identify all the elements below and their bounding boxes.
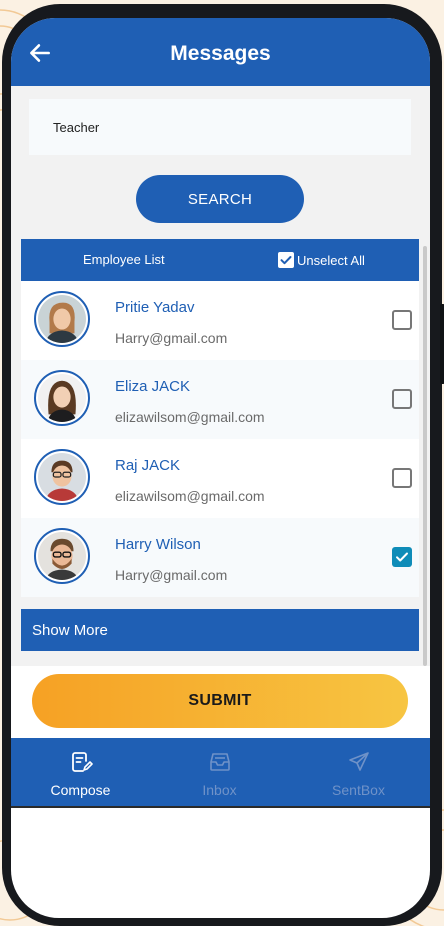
tab-bar-divider	[11, 806, 430, 808]
search-input[interactable]	[29, 99, 411, 155]
inbox-icon	[209, 753, 230, 771]
avatar	[34, 370, 90, 426]
submit-button[interactable]: SUBMIT	[32, 674, 408, 728]
check-icon	[396, 552, 408, 562]
employee-email: elizawilsom@gmail.com	[115, 488, 265, 504]
employee-select-checkbox[interactable]	[392, 547, 412, 567]
tab-label: Inbox	[202, 782, 237, 798]
employee-name: Pritie Yadav	[115, 299, 195, 316]
content-area: SEARCH Employee List Unselect All	[11, 86, 430, 666]
avatar	[34, 449, 90, 505]
phone-frame: Messages SEARCH Employee List Unselect A…	[2, 4, 444, 926]
employee-list: Employee List Unselect All Pritie Yadav …	[21, 239, 419, 661]
unselect-all-checkbox[interactable]	[278, 252, 294, 268]
compose-icon	[71, 752, 93, 772]
employee-row[interactable]: Eliza JACK elizawilsom@gmail.com	[21, 360, 419, 439]
avatar-man-1	[38, 453, 86, 501]
employee-list-title: Employee List	[83, 252, 165, 267]
check-icon	[280, 256, 292, 265]
employee-name: Raj JACK	[115, 457, 181, 474]
avatar	[34, 291, 90, 347]
tab-label: SentBox	[332, 782, 385, 798]
send-icon	[348, 752, 369, 771]
employee-email: Harry@gmail.com	[115, 567, 228, 583]
unselect-all-label: Unselect All	[297, 252, 365, 268]
tab-inbox[interactable]: Inbox	[150, 738, 289, 806]
tab-sentbox[interactable]: SentBox	[289, 738, 428, 806]
show-more-button[interactable]: Show More	[21, 609, 419, 651]
tab-label: Compose	[50, 782, 111, 798]
employee-row[interactable]: Raj JACK elizawilsom@gmail.com	[21, 439, 419, 518]
app-header: Messages	[11, 18, 430, 86]
page-title: Messages	[170, 42, 271, 65]
employee-select-checkbox[interactable]	[392, 389, 412, 409]
avatar-man-2	[38, 532, 86, 580]
employee-email: Harry@gmail.com	[115, 330, 228, 346]
show-more-label: Show More	[32, 622, 108, 639]
employee-name: Harry Wilson	[115, 536, 201, 553]
avatar-woman-2	[38, 374, 86, 422]
employee-list-header: Employee List Unselect All	[21, 239, 419, 281]
employee-select-checkbox[interactable]	[392, 468, 412, 488]
search-button[interactable]: SEARCH	[136, 175, 304, 223]
avatar	[34, 528, 90, 584]
employee-email: elizawilsom@gmail.com	[115, 409, 265, 425]
scrollbar[interactable]	[423, 246, 427, 666]
employee-row[interactable]: Pritie Yadav Harry@gmail.com	[21, 281, 419, 360]
employee-row[interactable]: Harry Wilson Harry@gmail.com	[21, 518, 419, 597]
tab-compose[interactable]: Compose	[11, 738, 150, 806]
unselect-all-toggle[interactable]: Unselect All	[278, 251, 365, 269]
app-screen: Messages SEARCH Employee List Unselect A…	[11, 18, 430, 918]
phone-side-button	[440, 304, 444, 384]
employee-select-checkbox[interactable]	[392, 310, 412, 330]
avatar-woman-1	[38, 295, 86, 343]
bottom-tab-bar: Compose Inbox SentBox	[11, 738, 430, 806]
employee-name: Eliza JACK	[115, 378, 191, 395]
